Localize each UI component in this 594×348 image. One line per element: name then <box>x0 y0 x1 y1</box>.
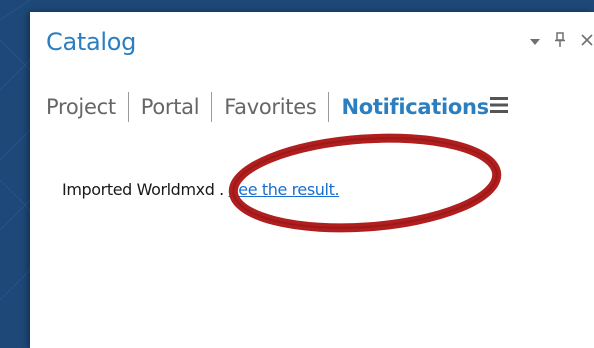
see-result-link[interactable]: See the result. <box>229 180 340 199</box>
menu-icon[interactable] <box>489 95 508 119</box>
tab-separator <box>211 92 213 122</box>
catalog-pane: Catalog Project Portal Favorites Notific… <box>30 12 594 348</box>
pin-icon[interactable] <box>554 32 566 52</box>
tab-project[interactable]: Project <box>46 95 116 119</box>
tab-favorites[interactable]: Favorites <box>224 95 316 119</box>
tab-portal[interactable]: Portal <box>141 95 200 119</box>
pane-title: Catalog <box>46 28 137 56</box>
close-icon[interactable] <box>580 33 594 51</box>
chevron-down-icon[interactable] <box>530 34 540 50</box>
notification-text-extension: mxd . <box>180 180 229 199</box>
notification-item: Imported Worldmxd . See the result. <box>62 180 340 199</box>
catalog-tabs: Project Portal Favorites Notifications <box>46 92 508 122</box>
tab-separator <box>328 92 330 122</box>
pane-controls <box>516 32 594 52</box>
tab-notifications[interactable]: Notifications <box>341 95 489 119</box>
tab-separator <box>127 92 129 122</box>
notification-text: Imported World <box>62 180 181 199</box>
